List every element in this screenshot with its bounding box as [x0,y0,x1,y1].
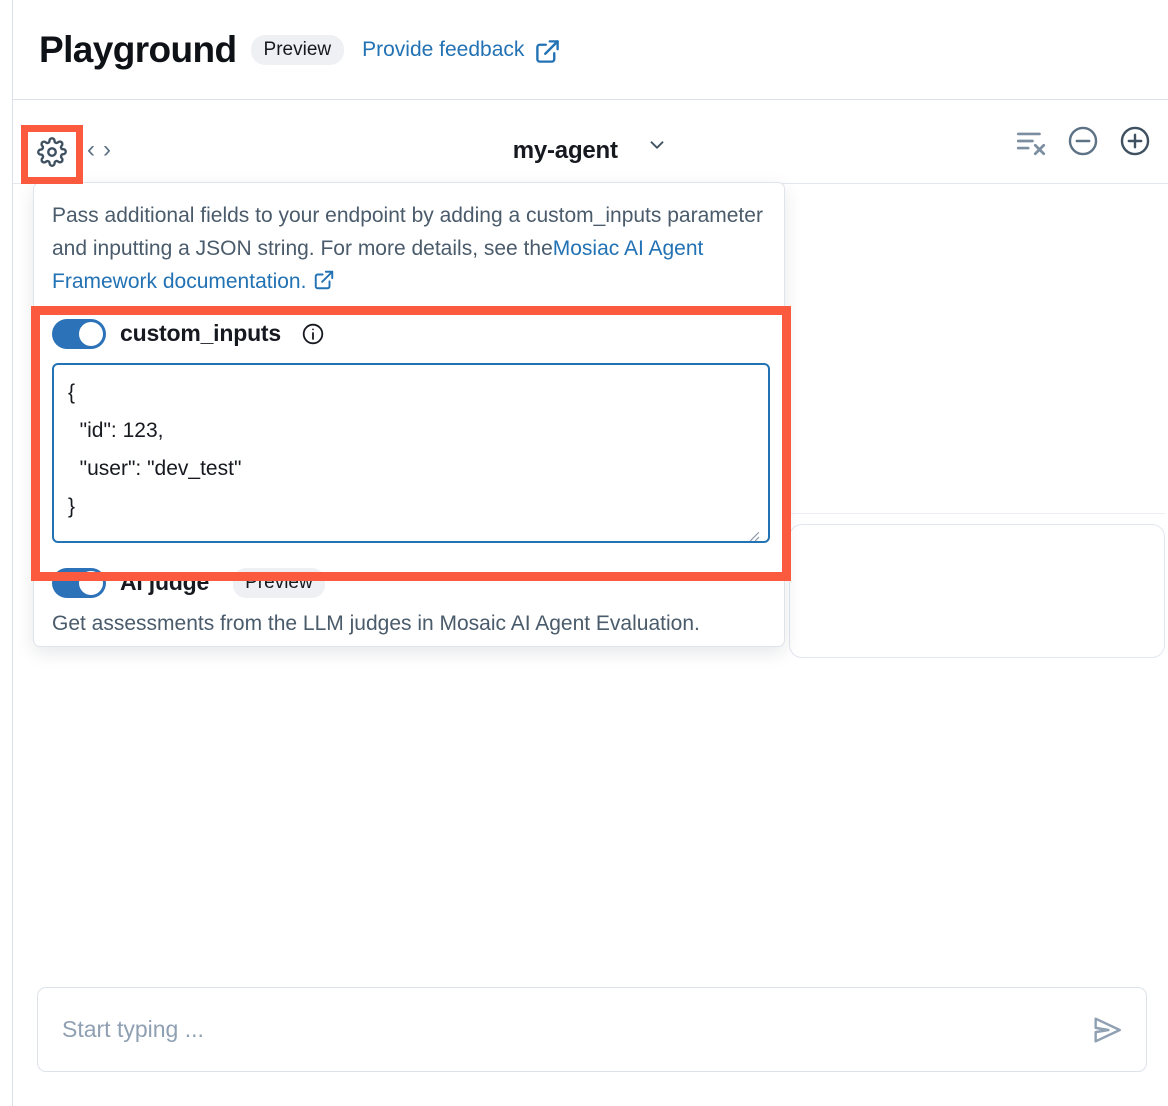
custom-inputs-toggle-row: custom_inputs [52,319,766,349]
ai-judge-description: Get assessments from the LLM judges in M… [34,612,784,636]
minus-circle-icon[interactable] [1066,124,1100,158]
gear-icon[interactable] [37,137,67,172]
ai-judge-toggle-row: AI judge Preview [52,568,766,598]
message-composer [37,987,1147,1072]
chevron-down-icon [646,134,668,163]
info-circle-icon[interactable] [301,322,325,346]
custom-inputs-section: custom_inputs [34,319,784,548]
page-header: Playground Preview Provide feedback [13,0,1168,100]
custom-inputs-description: Pass additional fields to your endpoint … [34,199,784,299]
toolbar-actions [1014,124,1152,158]
settings-popover: Pass additional fields to your endpoint … [33,182,785,647]
agent-name-label: my-agent [513,137,618,164]
toggle-knob [79,322,103,346]
custom-inputs-json-input[interactable] [52,363,770,543]
page-title: Playground [39,31,237,68]
ai-judge-label: AI judge [120,569,209,596]
response-card [789,524,1165,658]
external-link-icon[interactable] [534,38,561,65]
message-input[interactable] [60,1015,1090,1044]
custom-inputs-label: custom_inputs [120,320,281,347]
provide-feedback-link[interactable]: Provide feedback [362,38,524,62]
response-divider [789,513,1165,514]
custom-inputs-editor-wrap [52,349,766,548]
ai-judge-toggle[interactable] [52,568,106,598]
preview-badge: Preview [251,35,345,65]
toggle-knob [79,571,103,595]
plus-circle-icon[interactable] [1118,124,1152,158]
agent-selector[interactable]: my-agent [13,136,1168,165]
send-icon[interactable] [1090,1013,1124,1047]
external-link-icon[interactable] [313,269,335,291]
app-frame: Playground Preview Provide feedback ‹ › [12,0,1168,1106]
custom-inputs-toggle[interactable] [52,319,106,349]
playground-toolbar: ‹ › my-agent [13,100,1168,184]
ai-judge-section: AI judge Preview [34,568,784,598]
gear-icon-highlight [21,125,83,184]
clear-list-icon[interactable] [1014,124,1048,158]
ai-judge-preview-badge: Preview [233,568,325,598]
